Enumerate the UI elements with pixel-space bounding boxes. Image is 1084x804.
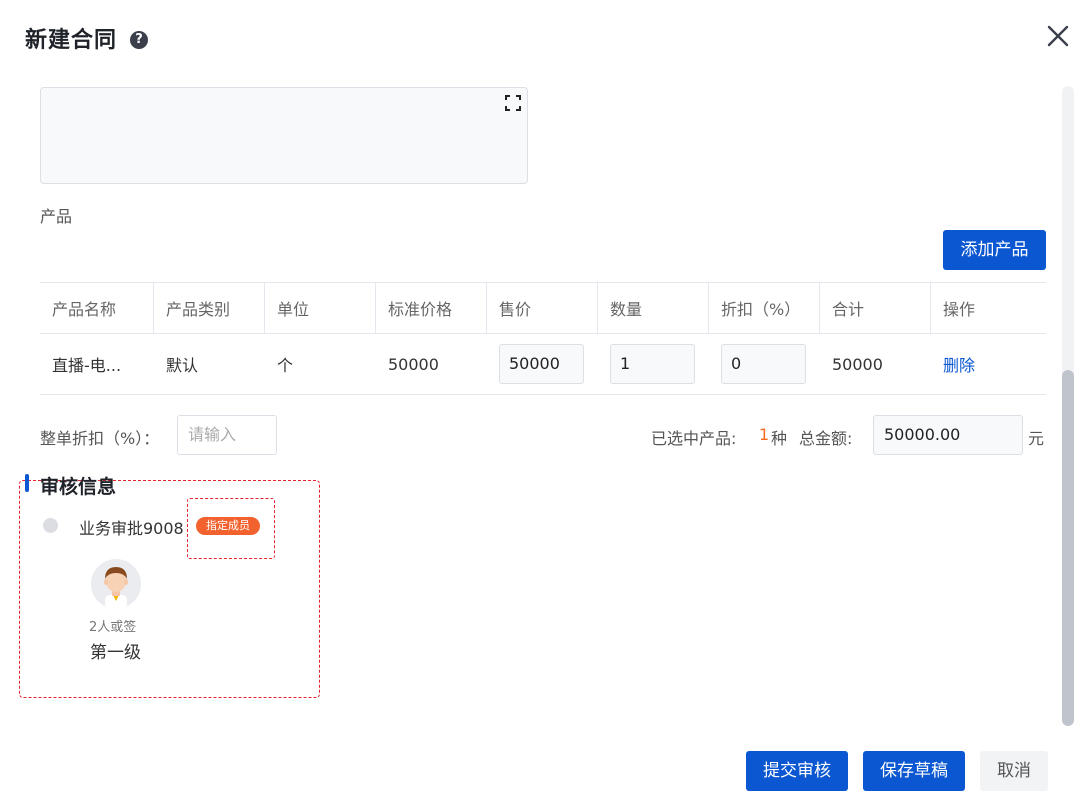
product-category: 默认: [166, 356, 199, 375]
save-draft-button[interactable]: 保存草稿: [863, 751, 965, 791]
currency-label: 元: [1028, 429, 1045, 448]
total-amount-label: 总金额:: [799, 429, 853, 448]
delete-link[interactable]: 删除: [943, 352, 975, 376]
table-header-row: 产品名称 产品类别 单位 标准价格 售价 数量 折扣（%） 合计 操作: [40, 282, 1046, 334]
column-header: 售价: [487, 283, 598, 333]
selected-products-count: 1: [759, 425, 770, 444]
approval-node-name: 业务审批9008: [79, 519, 184, 538]
column-header: 单位: [265, 283, 376, 333]
quantity-cell: 1: [598, 334, 709, 394]
selected-products-label: 已选中产品:: [651, 429, 737, 448]
cancel-button[interactable]: 取消: [980, 751, 1048, 791]
total-amount-input[interactable]: 50000.00: [873, 415, 1023, 455]
add-product-button[interactable]: 添加产品: [943, 230, 1046, 270]
product-standard-price: 50000: [388, 354, 439, 374]
discount-cell: 0: [709, 334, 820, 394]
order-discount-label: 整单折扣（%）：: [40, 429, 160, 448]
order-discount-input[interactable]: 请输入: [177, 415, 277, 455]
column-header: 产品名称: [40, 283, 154, 333]
column-header: 折扣（%）: [709, 283, 820, 333]
product-table: 产品名称 产品类别 单位 标准价格 售价 数量 折扣（%） 合计 操作 直播-电…: [40, 282, 1046, 395]
discount-input[interactable]: 0: [721, 344, 806, 384]
row-total: 50000: [832, 354, 883, 374]
sale-price-cell: 50000: [487, 334, 598, 394]
selected-products-unit: 种: [771, 429, 788, 448]
question-circle-icon[interactable]: ?: [130, 31, 148, 49]
sale-price-input[interactable]: 50000: [499, 344, 584, 384]
product-unit: 个: [277, 356, 294, 375]
action-cell: 删除: [931, 334, 1046, 394]
column-header: 产品类别: [154, 283, 265, 333]
quantity-input[interactable]: 1: [610, 344, 695, 384]
table-row: 直播-电... 默认 个 50000 50000 1 0 50000 删除: [40, 334, 1046, 395]
remark-textarea[interactable]: [40, 87, 528, 184]
column-header: 数量: [598, 283, 709, 333]
new-contract-dialog: 新建合同 ? 产品 添加产品 产品名称 产品类别 单位 标准价格 售价 数量 折…: [0, 0, 1084, 804]
scrollbar-thumb[interactable]: [1062, 370, 1074, 726]
approval-section-title: 审核信息: [40, 476, 117, 498]
fullscreen-icon[interactable]: [504, 94, 522, 112]
close-icon[interactable]: [1044, 22, 1072, 50]
section-accent-bar: [25, 474, 29, 492]
timeline-dot: [43, 518, 58, 533]
approval-level-label: 第一级: [90, 643, 141, 663]
column-header: 操作: [943, 300, 976, 319]
badge-annotation-box: [187, 498, 275, 559]
column-header: 合计: [820, 283, 931, 333]
column-header: 标准价格: [376, 283, 487, 333]
user-avatar-icon[interactable]: [91, 559, 141, 609]
products-label: 产品: [40, 207, 73, 226]
submit-review-button[interactable]: 提交审核: [746, 751, 848, 791]
sign-mode-label: 2人或签: [89, 620, 137, 635]
dialog-title: 新建合同: [25, 28, 118, 53]
product-name: 直播-电...: [52, 356, 122, 375]
